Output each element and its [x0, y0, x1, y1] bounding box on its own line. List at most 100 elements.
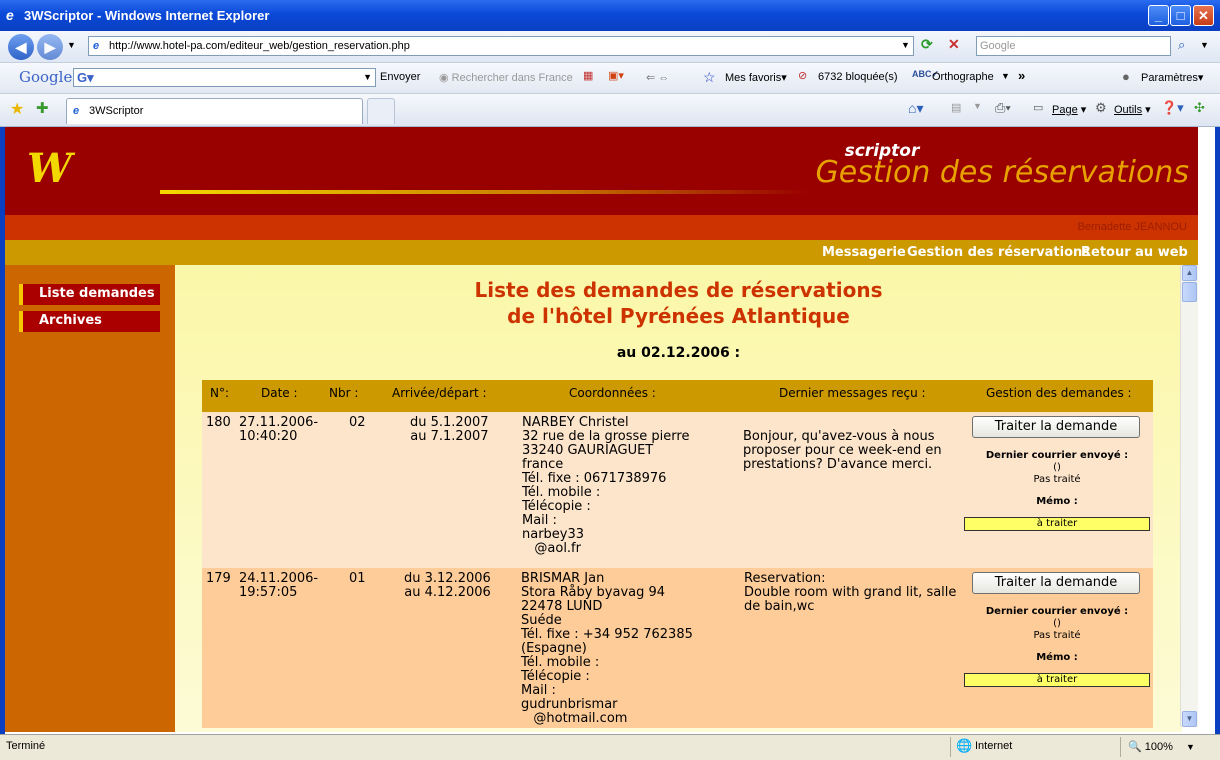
- row-nbr: 01: [349, 571, 366, 586]
- google-search-field[interactable]: G▾ ▼: [73, 68, 376, 87]
- address-dropdown-icon[interactable]: ▼: [901, 40, 910, 50]
- row-arrival-line2: au 4.12.2006: [404, 585, 491, 600]
- nav-gestion-reservations[interactable]: Gestion des réservations: [907, 245, 1090, 260]
- arrows-icon[interactable]: ⇐ ⇔: [646, 71, 669, 84]
- nav-messagerie[interactable]: Messagerie: [822, 245, 906, 260]
- google-dropdown-icon[interactable]: ▼: [363, 72, 372, 82]
- new-tab-button[interactable]: [367, 98, 395, 124]
- minimize-button[interactable]: _: [1148, 5, 1169, 26]
- contact-line: france: [522, 457, 564, 472]
- contact-line: Tél. mobile :: [522, 485, 601, 500]
- tab-3wscriptor[interactable]: e 3WScriptor: [66, 98, 363, 124]
- site-logo[interactable]: Wscriptor: [27, 143, 919, 193]
- home-icon[interactable]: ⌂▾: [908, 100, 923, 117]
- pagerank-icon[interactable]: ▣▾: [608, 69, 624, 82]
- favorites-star-icon[interactable]: ★: [10, 99, 24, 119]
- user-bar: Bernadette JEANNOU: [5, 215, 1198, 240]
- col-nbr: Nbr :: [329, 386, 359, 400]
- search-input[interactable]: Google: [976, 36, 1171, 56]
- vertical-scrollbar[interactable]: ▲ ▼: [1180, 265, 1198, 727]
- more-button[interactable]: »: [1018, 68, 1025, 83]
- navigation-toolbar: ◀ ▶ ▼ e http://www.hotel-pa.com/editeur_…: [0, 31, 1220, 63]
- memo-field[interactable]: à traiter: [964, 517, 1150, 531]
- zoom-control[interactable]: 🔍 100%: [1128, 740, 1173, 753]
- row-date-line2: 19:57:05: [239, 585, 298, 600]
- spelling-dropdown-icon[interactable]: ▼: [1001, 71, 1010, 81]
- favorites-button[interactable]: Mes favoris▾: [725, 71, 787, 84]
- forward-button[interactable]: ▶: [37, 34, 63, 60]
- logo-main: W: [27, 145, 72, 192]
- tools-menu[interactable]: Outils ▾: [1114, 103, 1151, 116]
- zoom-dropdown-icon[interactable]: ▼: [1186, 742, 1195, 752]
- contact-line: @hotmail.com: [521, 711, 628, 726]
- site-header: Wscriptor Gestion des réservations: [5, 127, 1198, 215]
- table-header: N°: Date : Nbr : Arrivée/départ : Coordo…: [202, 380, 1153, 412]
- row-arrival-line2: au 7.1.2007: [410, 429, 489, 444]
- status-text: Pas traité: [1033, 630, 1081, 641]
- google-toolbar: Google G▾ ▼ Envoyer ◉ Rechercher dans Fr…: [0, 63, 1220, 94]
- address-bar[interactable]: e http://www.hotel-pa.com/editeur_web/ge…: [88, 36, 914, 56]
- search-options-icon[interactable]: ▼: [1200, 40, 1209, 50]
- page-icon: e: [93, 40, 100, 52]
- stop-icon[interactable]: ✕: [948, 36, 960, 53]
- site-nav: Messagerie Gestion des réservations Reto…: [5, 240, 1198, 265]
- feeds-dropdown-icon[interactable]: ▼: [973, 101, 982, 111]
- row-message: Bonjour, qu'avez-vous à nous proposer pou…: [743, 430, 942, 472]
- search-icon[interactable]: ⌕: [1178, 37, 1185, 53]
- row-date: 24.11.2006- 19:57:05: [239, 572, 318, 600]
- process-request-button[interactable]: Traiter la demande: [972, 416, 1140, 438]
- message-line: prestations? D'avance merci.: [743, 457, 933, 472]
- popup-blocker-button[interactable]: 6732 bloquée(s): [818, 71, 898, 83]
- maximize-button[interactable]: □: [1170, 5, 1191, 26]
- sidebar-item-archives[interactable]: Archives: [19, 311, 160, 332]
- history-dropdown-icon[interactable]: ▼: [67, 40, 76, 50]
- list-heading: Liste des demandes de réservations de l'…: [175, 277, 1182, 329]
- add-favorite-icon[interactable]: ✚: [36, 99, 49, 117]
- page-menu[interactable]: Page ▾: [1052, 103, 1086, 116]
- heading-line-2: de l'hôtel Pyrénées Atlantique: [507, 304, 850, 328]
- row-date-line1: 24.11.2006-: [239, 571, 319, 586]
- window-title: 3WScriptor - Windows Internet Explorer: [24, 8, 270, 23]
- google-logo[interactable]: Google: [19, 68, 72, 86]
- print-icon[interactable]: ⎙▾: [995, 100, 1011, 116]
- nav-retour-web[interactable]: Retour au web: [1081, 245, 1188, 260]
- col-date: Date :: [261, 386, 298, 400]
- memo-label: Mémo :: [1036, 496, 1078, 507]
- tools-icon: ⚙: [1095, 100, 1107, 115]
- contact-line: Télécopie :: [522, 499, 591, 514]
- search-france-label: Rechercher dans France: [451, 72, 573, 84]
- contact-line: Mail :: [522, 513, 557, 528]
- favorites-label: Mes favoris: [725, 72, 782, 84]
- research-icon[interactable]: ✣: [1194, 100, 1205, 116]
- row-date-line1: 27.11.2006-: [239, 415, 319, 430]
- settings-button[interactable]: Paramètres▾: [1141, 71, 1203, 84]
- close-button[interactable]: ✕: [1193, 5, 1214, 26]
- help-icon[interactable]: ❓▾: [1161, 100, 1184, 116]
- scroll-thumb[interactable]: [1182, 282, 1197, 302]
- sidebar-item-liste-demandes[interactable]: Liste demandes: [19, 284, 160, 305]
- back-button[interactable]: ◀: [8, 34, 34, 60]
- row-date-line2: 10:40:20: [239, 429, 298, 444]
- google-g-icon: G▾: [77, 70, 94, 85]
- window-titlebar: e 3WScriptor - Windows Internet Explorer…: [0, 0, 1220, 31]
- feeds-icon[interactable]: ▤: [951, 101, 961, 114]
- scroll-up-button[interactable]: ▲: [1182, 265, 1197, 281]
- bookmark-icon[interactable]: ▦: [583, 69, 593, 82]
- row-date: 27.11.2006- 10:40:20: [239, 416, 318, 444]
- memo-field[interactable]: à traiter: [964, 673, 1150, 687]
- contact-line: gudrunbrismar: [521, 697, 618, 712]
- col-management: Gestion des demandes :: [986, 386, 1132, 400]
- search-france-button[interactable]: ◉ Rechercher dans France: [439, 71, 573, 84]
- process-request-button[interactable]: Traiter la demande: [972, 572, 1140, 594]
- zoom-level: 100%: [1144, 741, 1173, 753]
- logo-underline: [160, 190, 810, 194]
- main-content: Liste des demandes de réservations de l'…: [175, 265, 1182, 732]
- status-text: Terminé: [6, 740, 46, 752]
- scroll-down-button[interactable]: ▼: [1182, 711, 1197, 727]
- contact-line: 22478 LUND: [521, 599, 603, 614]
- spelling-button[interactable]: Orthographe: [932, 71, 994, 83]
- contact-line: (Espagne): [521, 641, 587, 656]
- refresh-icon[interactable]: ⟳: [921, 36, 933, 53]
- last-mail-value: (): [1053, 618, 1061, 629]
- google-send-button[interactable]: Envoyer: [380, 71, 420, 83]
